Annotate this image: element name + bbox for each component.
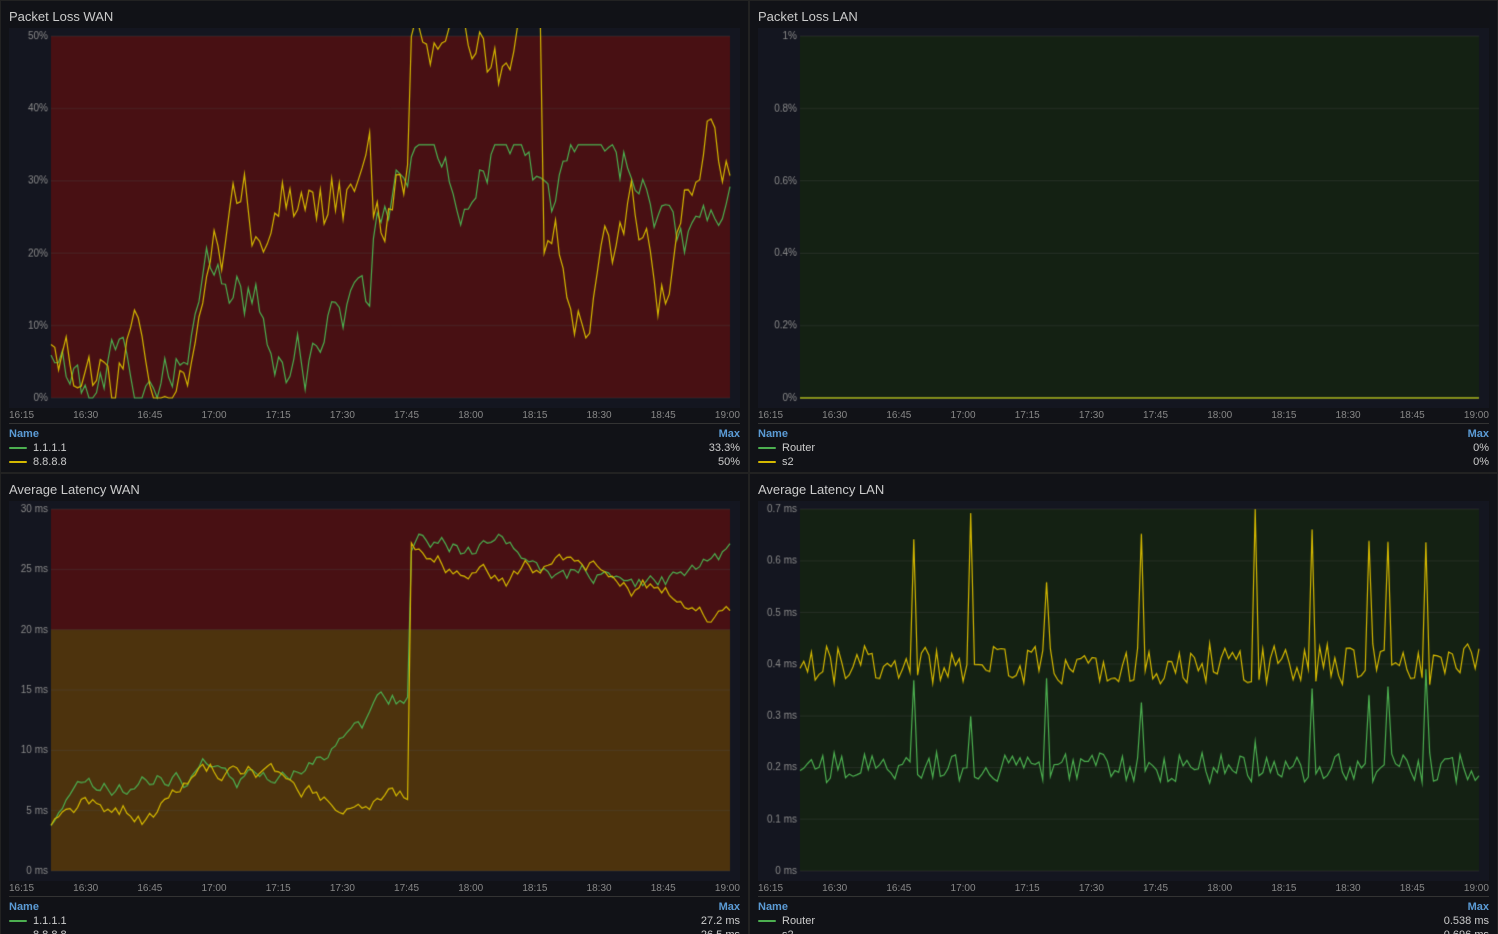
legend-value-3-1: 0.696 ms xyxy=(1444,929,1489,934)
legend-line-1-0 xyxy=(758,447,776,449)
legend-2: Name Max 1.1.1.1 27.2 ms 8.8.8.8 26.5 ms xyxy=(9,896,740,934)
legend-name-0-0: 1.1.1.1 xyxy=(33,442,67,454)
panel-packet-loss-lan: Packet Loss LAN 16:1516:3016:4517:0017:1… xyxy=(749,0,1498,473)
x-axis-1: 16:1516:3016:4517:0017:1517:3017:4518:00… xyxy=(758,408,1489,423)
legend-value-2-1: 26.5 ms xyxy=(701,929,740,934)
panel-title-avg-latency-wan: Average Latency WAN xyxy=(9,482,740,497)
legend-line-3-0 xyxy=(758,920,776,922)
legend-value-1-1: 0% xyxy=(1473,456,1489,468)
legend-3: Name Max Router 0.538 ms s2 0.696 ms xyxy=(758,896,1489,934)
chart-avg-latency-wan xyxy=(9,501,740,881)
x-axis-2: 16:1516:3016:4517:0017:1517:3017:4518:00… xyxy=(9,881,740,896)
legend-line-0-1 xyxy=(9,461,27,463)
panel-avg-latency-lan: Average Latency LAN 16:1516:3016:4517:00… xyxy=(749,473,1498,934)
chart-packet-loss-wan xyxy=(9,28,740,408)
legend-value-1-0: 0% xyxy=(1473,442,1489,454)
legend-name-3-0: Router xyxy=(782,915,815,927)
legend-name-0-1: 8.8.8.8 xyxy=(33,456,67,468)
legend-0: Name Max 1.1.1.1 33.3% 8.8.8.8 50% xyxy=(9,423,740,472)
legend-name-3-1: s2 xyxy=(782,929,794,934)
legend-name-1-1: s2 xyxy=(782,456,794,468)
legend-name-2-1: 8.8.8.8 xyxy=(33,929,67,934)
panel-title-packet-loss-wan: Packet Loss WAN xyxy=(9,9,740,24)
legend-line-0-0 xyxy=(9,447,27,449)
panel-avg-latency-wan: Average Latency WAN 16:1516:3016:4517:00… xyxy=(0,473,749,934)
legend-name-2-0: 1.1.1.1 xyxy=(33,915,67,927)
panel-title-avg-latency-lan: Average Latency LAN xyxy=(758,482,1489,497)
x-axis-0: 16:1516:3016:4517:0017:1517:3017:4518:00… xyxy=(9,408,740,423)
legend-value-3-0: 0.538 ms xyxy=(1444,915,1489,927)
legend-value-0-1: 50% xyxy=(718,456,740,468)
x-axis-3: 16:1516:3016:4517:0017:1517:3017:4518:00… xyxy=(758,881,1489,896)
chart-avg-latency-lan xyxy=(758,501,1489,881)
legend-value-0-0: 33.3% xyxy=(709,442,740,454)
legend-value-2-0: 27.2 ms xyxy=(701,915,740,927)
legend-line-2-0 xyxy=(9,920,27,922)
panel-packet-loss-wan: Packet Loss WAN 16:1516:3016:4517:0017:1… xyxy=(0,0,749,473)
legend-name-1-0: Router xyxy=(782,442,815,454)
legend-line-1-1 xyxy=(758,461,776,463)
panel-title-packet-loss-lan: Packet Loss LAN xyxy=(758,9,1489,24)
chart-packet-loss-lan xyxy=(758,28,1489,408)
legend-1: Name Max Router 0% s2 0% xyxy=(758,423,1489,472)
